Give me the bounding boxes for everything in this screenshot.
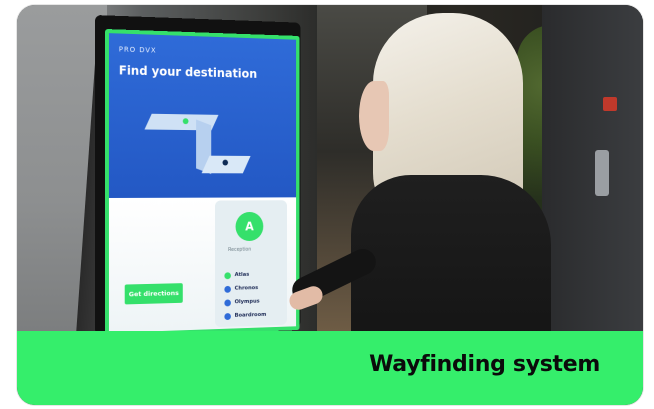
person-body — [351, 175, 551, 331]
bullet-icon — [224, 271, 231, 279]
map-pin-icon — [222, 159, 229, 166]
map-pin-icon — [182, 118, 189, 125]
bullet-icon — [224, 312, 231, 320]
bullet-icon — [224, 285, 231, 293]
red-sign — [603, 97, 617, 111]
door — [542, 5, 643, 331]
kiosk-screen: PRO DVX Find your destination A Receptio… — [105, 29, 300, 331]
destination-label: Atlas — [234, 271, 250, 279]
floorplan-map — [144, 104, 252, 183]
destination-label: Olympus — [234, 298, 260, 306]
door-handle — [595, 150, 609, 196]
promo-card: PRO DVX Find your destination A Receptio… — [17, 5, 643, 405]
destination-panel: A Reception Atlas Chronos Olympus Boardr… — [214, 200, 288, 328]
destination-label: Boardroom — [234, 311, 267, 319]
caption-title: Wayfinding system — [369, 352, 600, 377]
location-marker: A — [235, 211, 264, 242]
get-directions-button: Get directions — [124, 283, 183, 305]
destination-label: Chronos — [234, 285, 259, 292]
person-face — [359, 81, 389, 151]
kiosk-title: Find your destination — [118, 63, 258, 81]
destination-item: Boardroom — [224, 308, 285, 323]
location-label: Reception — [228, 246, 252, 253]
kiosk-brand: PRO DVX — [118, 45, 157, 55]
bullet-icon — [224, 298, 231, 306]
kiosk-photo: PRO DVX Find your destination A Receptio… — [17, 5, 643, 331]
destination-list: Atlas Chronos Olympus Boardroom — [224, 267, 285, 323]
